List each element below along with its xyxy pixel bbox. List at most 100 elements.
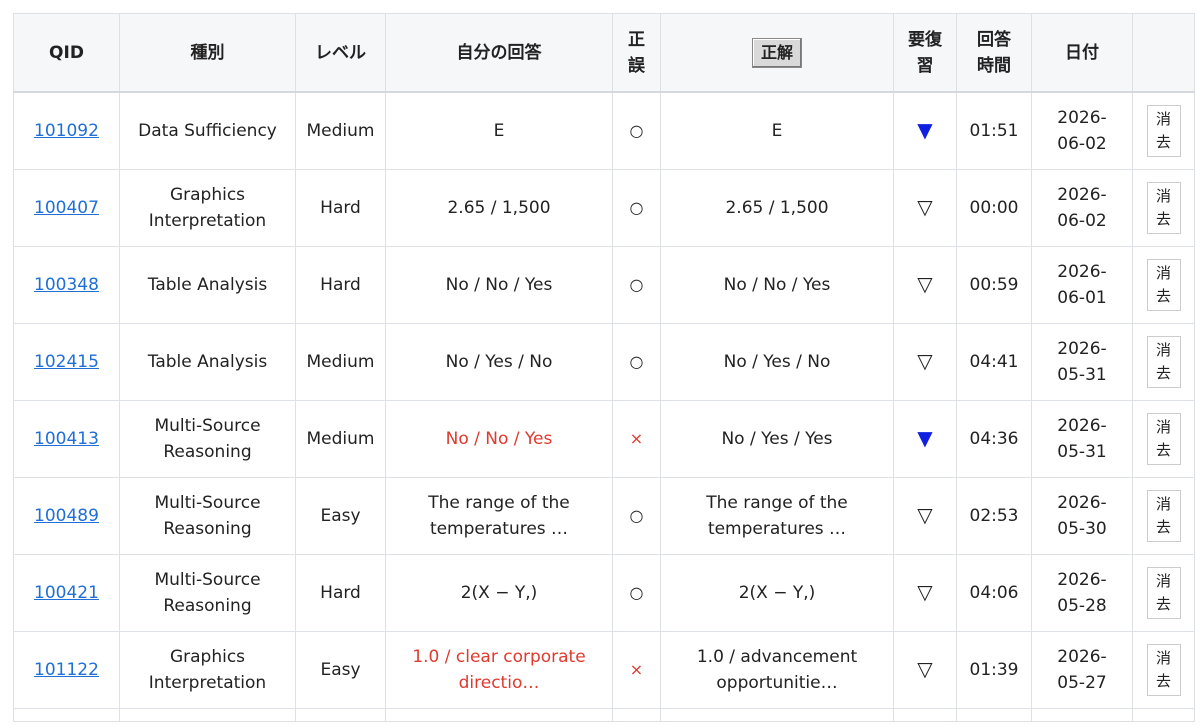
date-line1: 2026- <box>1057 493 1107 513</box>
delete-label-line1: 消 <box>1155 495 1171 513</box>
review-flag-off-icon[interactable]: ▽ <box>917 349 932 373</box>
cell-actions: 消去 <box>1132 91 1195 170</box>
cell-actions: 消去 <box>1132 323 1195 401</box>
cell-type: Table Analysis <box>119 246 296 324</box>
correct-answer-line1: No / Yes / No <box>723 352 831 372</box>
cell-qid: 100407 <box>13 169 120 247</box>
cell-review: ▽ <box>893 169 957 247</box>
show-answer-button[interactable]: 正解 <box>751 37 802 68</box>
type-line1: Table Analysis <box>147 352 268 372</box>
delete-label-line2: 去 <box>1155 364 1171 382</box>
type-line1: Graphics <box>169 647 246 667</box>
partial-cell <box>1031 708 1133 722</box>
review-flag-on-icon[interactable]: ▼ <box>917 118 932 142</box>
qid-link[interactable]: 101092 <box>34 121 99 141</box>
header-type: 種別 <box>119 13 296 93</box>
cell-qid: 100421 <box>13 554 120 632</box>
header-review: 要復習 <box>893 13 957 93</box>
incorrect-mark: × <box>629 429 644 448</box>
header-time-line1: 回答 <box>977 29 1011 50</box>
delete-button[interactable]: 消去 <box>1146 644 1181 696</box>
history-table: QID 種別 レベル 自分の回答 正誤 正解 要復習 回答 時間 日付 10109… <box>13 13 1195 722</box>
delete-button[interactable]: 消去 <box>1146 105 1181 157</box>
type-line1: Graphics <box>169 185 246 205</box>
qid-link[interactable]: 100489 <box>34 506 99 526</box>
delete-button[interactable]: 消去 <box>1146 182 1181 234</box>
delete-label-line2: 去 <box>1155 672 1171 690</box>
cell-my-answer: E <box>385 91 613 170</box>
table-row-partial <box>13 708 1195 722</box>
cell-time: 00:59 <box>956 246 1032 324</box>
my-answer-line1: E <box>493 121 505 141</box>
cell-time: 02:53 <box>956 477 1032 555</box>
cell-date: 2026- 05-27 <box>1031 631 1133 709</box>
qid-link[interactable]: 100407 <box>34 198 99 218</box>
cell-qid: 100489 <box>13 477 120 555</box>
header-time-line2: 時間 <box>977 55 1011 76</box>
my-answer-line1: 1.0 / clear corporate <box>412 647 586 667</box>
partial-cell <box>119 708 296 722</box>
my-answer-line2: temperatures … <box>429 519 569 539</box>
my-answer-line1: 2.65 / 1,500 <box>447 198 551 218</box>
delete-label-line2: 去 <box>1155 518 1171 536</box>
partial-cell <box>295 708 386 722</box>
type-line1: Data Sufficiency <box>138 121 277 141</box>
qid-link[interactable]: 100348 <box>34 275 99 295</box>
cell-actions: 消去 <box>1132 631 1195 709</box>
date-line2: 05-27 <box>1057 673 1107 693</box>
table-row: 100489 Multi-Source Reasoning Easy The range… <box>13 477 1195 555</box>
cell-correct-answer: E <box>660 91 894 170</box>
delete-label-line2: 去 <box>1155 133 1171 151</box>
cell-correct-answer: No / No / Yes <box>660 246 894 324</box>
date-line2: 06-02 <box>1057 134 1107 154</box>
cell-correct-answer: No / Yes / No <box>660 323 894 401</box>
delete-button[interactable]: 消去 <box>1146 259 1181 311</box>
cell-result: ○ <box>612 169 661 247</box>
qid-link[interactable]: 100421 <box>34 583 99 603</box>
date-line2: 05-30 <box>1057 519 1107 539</box>
cell-result: × <box>612 631 661 709</box>
cell-my-answer: 2(X − Y,) <box>385 554 613 632</box>
cell-time: 00:00 <box>956 169 1032 247</box>
cell-my-answer: No / No / Yes <box>385 400 613 478</box>
review-flag-off-icon[interactable]: ▽ <box>917 657 932 681</box>
review-flag-off-icon[interactable]: ▽ <box>917 580 932 604</box>
correct-answer-line1: No / No / Yes <box>723 275 831 295</box>
cell-type: Graphics Interpretation <box>119 631 296 709</box>
qid-link[interactable]: 100413 <box>34 429 99 449</box>
cell-level: Hard <box>295 169 386 247</box>
correct-mark: ○ <box>629 275 644 294</box>
header-date: 日付 <box>1031 13 1133 93</box>
cell-qid: 101092 <box>13 91 120 170</box>
cell-time: 04:41 <box>956 323 1032 401</box>
type-line1: Multi-Source <box>154 416 261 436</box>
delete-button[interactable]: 消去 <box>1146 567 1181 619</box>
review-flag-off-icon[interactable]: ▽ <box>917 272 932 296</box>
cell-correct-answer: The range of the temperatures … <box>660 477 894 555</box>
cell-review: ▽ <box>893 554 957 632</box>
type-line2: Reasoning <box>163 442 252 462</box>
type-line1: Table Analysis <box>147 275 268 295</box>
review-flag-on-icon[interactable]: ▼ <box>917 426 932 450</box>
review-flag-off-icon[interactable]: ▽ <box>917 195 932 219</box>
correct-mark: ○ <box>629 121 644 140</box>
correct-answer-line2: opportunitie… <box>716 673 838 693</box>
delete-label-line1: 消 <box>1155 341 1171 359</box>
cell-correct-answer: 1.0 / advancement opportunitie… <box>660 631 894 709</box>
type-line1: Multi-Source <box>154 570 261 590</box>
cell-result: ○ <box>612 477 661 555</box>
delete-button[interactable]: 消去 <box>1146 413 1181 465</box>
review-flag-off-icon[interactable]: ▽ <box>917 503 932 527</box>
cell-review: ▽ <box>893 246 957 324</box>
qid-link[interactable]: 102415 <box>34 352 99 372</box>
header-my-answer: 自分の回答 <box>385 13 613 93</box>
cell-result: ○ <box>612 91 661 170</box>
cell-level: Hard <box>295 246 386 324</box>
delete-label-line2: 去 <box>1155 595 1171 613</box>
delete-button[interactable]: 消去 <box>1146 336 1181 388</box>
type-line2: Interpretation <box>148 673 267 693</box>
delete-button[interactable]: 消去 <box>1146 490 1181 542</box>
cell-qid: 101122 <box>13 631 120 709</box>
delete-label-line1: 消 <box>1155 110 1171 128</box>
qid-link[interactable]: 101122 <box>34 660 99 680</box>
